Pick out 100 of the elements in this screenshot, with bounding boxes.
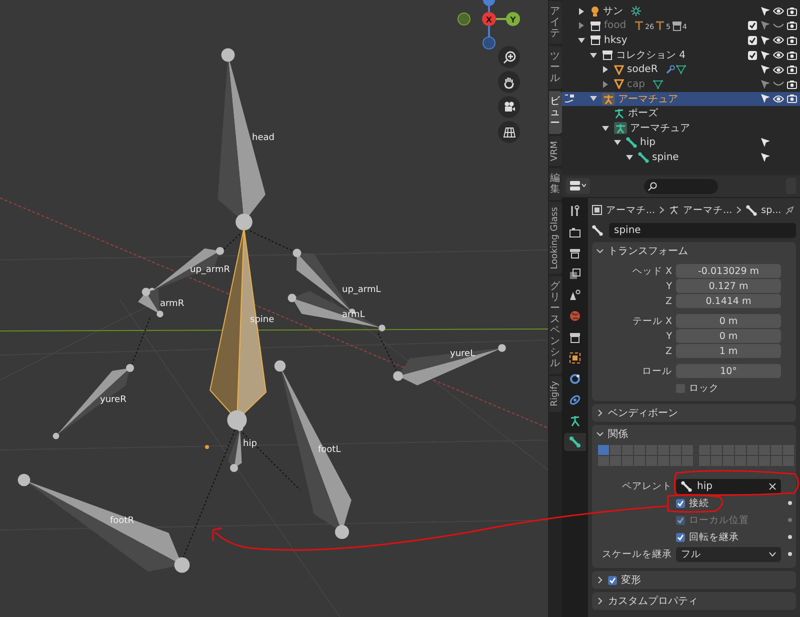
number-field[interactable]: 1 m	[676, 344, 781, 358]
grid-button[interactable]	[498, 121, 520, 143]
search-field[interactable]	[644, 178, 718, 194]
chevron-icon[interactable]	[596, 576, 604, 584]
panel-title[interactable]: 関係	[608, 427, 628, 441]
outliner-row[interactable]: spine	[562, 150, 800, 165]
properties-tab[interactable]	[564, 433, 586, 451]
chevron-icon[interactable]	[596, 409, 604, 417]
field-label: テール X	[631, 314, 672, 328]
outliner-row[interactable]: サン	[562, 4, 800, 19]
sidebar-tab[interactable]: グリースペンシル	[548, 276, 562, 374]
field-label: Z	[664, 296, 672, 306]
bone-name-field[interactable]: spine	[609, 222, 796, 238]
sidebar-tab[interactable]: Looking Glass	[548, 202, 562, 274]
eye-icon[interactable]	[773, 7, 784, 16]
number-field[interactable]: 10°	[676, 364, 781, 378]
outliner-row[interactable]: ポーズ	[562, 106, 800, 121]
collapse-arrow-icon[interactable]	[602, 66, 608, 74]
breadcrumb-link[interactable]: sp...	[761, 204, 782, 216]
sidebar-tab[interactable]: ビュー	[548, 91, 562, 134]
eye-icon[interactable]	[773, 94, 784, 103]
eye-icon[interactable]	[773, 66, 784, 74]
outliner-row[interactable]: コレクション 4	[562, 48, 800, 62]
close-icon[interactable]	[769, 482, 776, 490]
collapse-arrow-icon[interactable]	[578, 8, 584, 15]
outliner-row[interactable]: アーマチュア	[562, 92, 800, 106]
bone[interactable]	[228, 424, 244, 472]
expand-arrow-icon[interactable]	[578, 36, 584, 44]
outliner-row[interactable]: sodeR	[562, 62, 800, 77]
sidebar-tab[interactable]: Rigify	[548, 376, 562, 412]
checkbox[interactable]	[748, 50, 757, 60]
panel-title[interactable]: ベンディボーン	[608, 406, 678, 420]
number-field[interactable]: 0 m	[676, 314, 781, 328]
camera-icon[interactable]	[786, 36, 796, 45]
square-icon	[592, 205, 602, 215]
breadcrumb-link[interactable]: アーマチ...	[606, 204, 656, 216]
row-label: hip	[640, 137, 656, 148]
grid-icon	[502, 126, 516, 138]
chevron-icon[interactable]	[596, 597, 604, 605]
hand-button[interactable]	[498, 71, 520, 93]
layer-toggle[interactable]	[610, 445, 621, 455]
axis-gizmo[interactable]: X Y	[458, 0, 520, 50]
movie-camera-icon	[502, 101, 516, 113]
bone[interactable]	[18, 474, 190, 573]
sidebar-tab[interactable]: ツール	[548, 46, 562, 89]
field-label: Y	[665, 280, 672, 292]
outliner-row[interactable]: hksy	[562, 33, 800, 48]
panel-title[interactable]: 変形	[621, 573, 641, 587]
bone-mode-icon[interactable]	[564, 94, 574, 104]
panel-title[interactable]: トランスフォーム	[608, 244, 688, 258]
panel-title[interactable]: カスタムプロパティ	[608, 594, 698, 608]
chevron-icon[interactable]	[596, 430, 604, 438]
box-icon	[590, 20, 601, 31]
sidebar-tab[interactable]: 編集	[548, 168, 562, 200]
checkbox-label: 接続	[689, 496, 709, 510]
row-label: ポーズ	[628, 107, 658, 120]
axis-label: Y	[510, 16, 516, 24]
breadcrumb-link[interactable]: アーマチ...	[683, 204, 732, 216]
zoom-button[interactable]	[498, 46, 520, 68]
expand-arrow-icon[interactable]	[626, 154, 632, 161]
eye-icon[interactable]	[773, 36, 784, 44]
camera-icon[interactable]	[786, 6, 796, 16]
number-field[interactable]: 0.1414 m	[676, 294, 781, 308]
parent-field[interactable]: hip	[676, 478, 781, 494]
bone-icon	[746, 204, 758, 216]
chevron-icon	[659, 206, 666, 214]
layer-toggle[interactable]	[598, 445, 609, 455]
camera-icon[interactable]	[786, 94, 796, 104]
outliner-row[interactable]: アーマチュア	[562, 120, 800, 136]
screwdriver-wrench-icon	[569, 205, 581, 217]
sidebar-tab[interactable]: アイテ	[548, 1, 562, 44]
caret-icon	[769, 552, 776, 556]
bone-icon	[681, 480, 692, 492]
outliner-row[interactable]: hip	[562, 135, 800, 150]
editor-type-button[interactable]	[566, 178, 590, 194]
layer-toggle[interactable]	[610, 456, 621, 466]
layer-toggle[interactable]	[598, 456, 609, 466]
triangle-icon	[614, 79, 624, 90]
number-field[interactable]: -0.013029 m	[676, 264, 781, 278]
expand-arrow-icon[interactable]	[590, 95, 596, 102]
chevron-icon[interactable]	[596, 247, 604, 255]
expand-arrow-icon[interactable]	[614, 139, 620, 146]
camera-icon[interactable]	[786, 65, 796, 74]
camera-button[interactable]	[498, 96, 520, 118]
number-field[interactable]: 0.127 m	[676, 279, 781, 293]
checkbox[interactable]	[748, 36, 757, 45]
bone[interactable]	[274, 360, 352, 539]
checkbox-label: 回転を継承	[689, 530, 739, 544]
bone[interactable]	[393, 344, 506, 386]
sidebar-tab[interactable]: VRM	[548, 136, 562, 166]
eye-icon[interactable]	[773, 51, 784, 60]
pin-icon[interactable]	[785, 206, 794, 214]
camera-icon[interactable]	[786, 50, 796, 60]
bone[interactable]	[52, 364, 134, 440]
box-icon	[602, 50, 613, 60]
bulb-icon	[590, 6, 600, 17]
expand-arrow-icon[interactable]	[590, 52, 596, 59]
number-field[interactable]: 0 m	[676, 329, 781, 343]
dropdown-field[interactable]: フル	[676, 546, 781, 562]
expand-arrow-icon[interactable]	[602, 124, 608, 132]
